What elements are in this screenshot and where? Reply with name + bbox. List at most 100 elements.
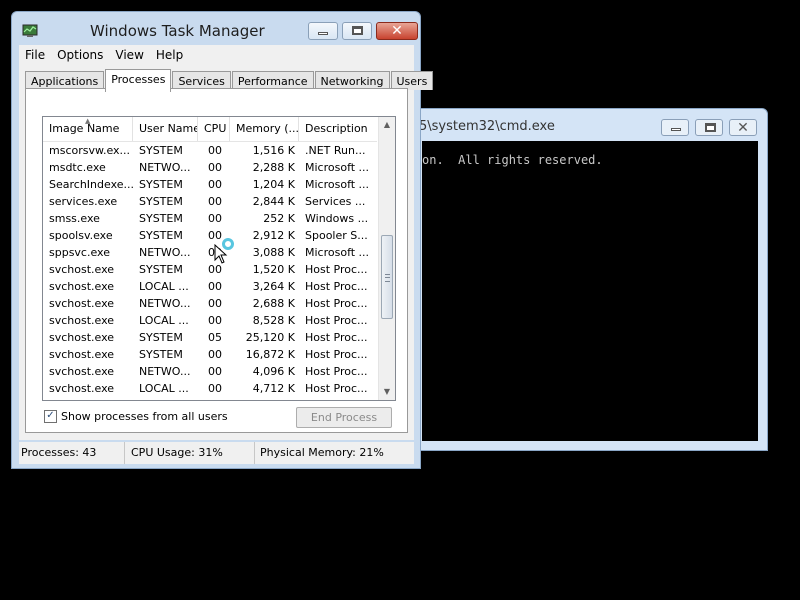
table-cell: 1,204 K <box>252 178 295 191</box>
table-cell: 00 <box>208 297 222 310</box>
scroll-thumb[interactable] <box>381 235 393 319</box>
status-bar: Processes: 43 CPU Usage: 31% Physical Me… <box>19 442 414 464</box>
table-cell: Host Proc... <box>305 331 368 344</box>
table-row[interactable]: svchost.exe NETWO... 00 2,688 K Host Proc... <box>43 295 377 312</box>
table-row[interactable]: svchost.exe SYSTEM 05 25,120 K Host Proc... <box>43 329 377 346</box>
tab-processes[interactable]: Processes <box>105 69 172 92</box>
table-row[interactable]: services.exe SYSTEM 00 2,844 K Services ... <box>43 193 377 210</box>
table-cell: SearchIndexe... <box>49 178 133 191</box>
grip-icon <box>385 274 390 282</box>
table-cell: Host Proc... <box>305 365 368 378</box>
cmd-minimize-button[interactable] <box>661 119 689 136</box>
table-cell: 25,120 K <box>245 331 295 344</box>
sort-ascending-icon: ▲ <box>85 117 91 125</box>
table-cell: SYSTEM <box>139 195 183 208</box>
table-cell: 1,520 K <box>252 263 295 276</box>
menu-file[interactable]: File <box>19 48 51 62</box>
table-row[interactable]: svchost.exe LOCAL ... 00 3,264 K Host Proc..… <box>43 278 377 295</box>
table-cell: 3,088 K <box>252 246 295 259</box>
table-cell: svchost.exe <box>49 348 115 361</box>
table-row[interactable]: svchost.exe SYSTEM 00 1,520 K Host Proc... <box>43 261 377 278</box>
scroll-down-icon[interactable]: ▼ <box>379 384 395 400</box>
close-button[interactable]: ✕ <box>376 22 418 40</box>
table-cell: svchost.exe <box>49 365 115 378</box>
end-process-button[interactable]: End Process <box>296 407 392 428</box>
cmd-window-title: 5\system32\cmd.exe <box>419 119 555 134</box>
table-cell: Windows ... <box>305 212 369 225</box>
table-cell: SYSTEM <box>139 144 183 157</box>
maximize-button[interactable] <box>342 22 372 40</box>
table-row[interactable]: spoolsv.exe SYSTEM 00 2,912 K Spooler S... <box>43 227 377 244</box>
table-row[interactable]: mscorsvw.ex... SYSTEM 00 1,516 K .NET Run... <box>43 142 377 159</box>
console-text: on. All rights reserved. <box>422 153 603 167</box>
table-cell: svchost.exe <box>49 263 115 276</box>
table-cell: 00 <box>208 212 222 225</box>
table-row[interactable]: SearchIndexe... SYSTEM 00 1,204 K Microsoft … <box>43 176 377 193</box>
table-cell: svchost.exe <box>49 331 115 344</box>
cmd-console[interactable]: on. All rights reserved. <box>422 141 758 441</box>
list-header: ▲ Image Name User Name CPU Memory (... D… <box>43 117 377 142</box>
table-cell: 4,712 K <box>252 382 295 395</box>
vertical-scrollbar[interactable]: ▲ ▼ <box>378 117 395 400</box>
table-cell: 00 <box>208 178 222 191</box>
table-cell: svchost.exe <box>49 382 115 395</box>
table-cell: Host Proc... <box>305 297 368 310</box>
column-user-name[interactable]: User Name <box>133 117 198 141</box>
table-cell: Host Proc... <box>305 348 368 361</box>
window-title: Windows Task Manager <box>90 22 265 40</box>
scroll-up-icon[interactable]: ▲ <box>379 117 395 133</box>
table-cell: 2,912 K <box>252 229 295 242</box>
menu-help[interactable]: Help <box>150 48 189 62</box>
table-cell: sppsvc.exe <box>49 246 110 259</box>
minimize-button[interactable] <box>308 22 338 40</box>
table-cell: 2,688 K <box>252 297 295 310</box>
table-cell: 00 <box>208 280 222 293</box>
table-cell: SYSTEM <box>139 178 183 191</box>
show-all-users-option[interactable]: ✓ Show processes from all users <box>44 410 228 423</box>
table-cell: NETWO... <box>139 297 191 310</box>
table-cell: SYSTEM <box>139 348 183 361</box>
table-cell: 1,516 K <box>252 144 295 157</box>
cmd-maximize-button[interactable] <box>695 119 723 136</box>
table-cell: LOCAL ... <box>139 382 189 395</box>
table-row[interactable]: svchost.exe LOCAL ... 00 8,528 K Host Proc..… <box>43 312 377 329</box>
table-row[interactable]: sppsvc.exeNETWO...003,088 KMicrosoft ... <box>43 244 377 261</box>
table-row[interactable]: msdtc.exe NETWO... 00 2,288 K Microsoft ... <box>43 159 377 176</box>
table-cell: 16,872 K <box>245 348 295 361</box>
list-rows: mscorsvw.ex... SYSTEM 00 1,516 K .NET Run...… <box>43 142 377 397</box>
table-cell: svchost.exe <box>49 280 115 293</box>
status-processes: Processes: 43 <box>19 442 125 464</box>
table-row[interactable]: svchost.exe LOCAL ... 00 4,712 K Host Proc..… <box>43 380 377 397</box>
table-cell: NETWO... <box>139 365 191 378</box>
cmd-close-button[interactable]: ✕ <box>729 119 757 136</box>
table-cell: msdtc.exe <box>49 161 106 174</box>
column-description[interactable]: Description <box>299 117 377 141</box>
cmd-window[interactable]: 5\system32\cmd.exe ✕ on. All rights rese… <box>412 108 768 451</box>
table-cell: Host Proc... <box>305 314 368 327</box>
column-cpu[interactable]: CPU <box>198 117 230 141</box>
table-cell: 252 K <box>263 212 295 225</box>
table-cell: LOCAL ... <box>139 314 189 327</box>
busy-cursor-icon <box>222 238 234 250</box>
table-row[interactable]: svchost.exe NETWO... 00 4,096 K Host Proc... <box>43 363 377 380</box>
table-cell: Microsoft ... <box>305 161 370 174</box>
column-image-name[interactable]: ▲ Image Name <box>43 117 133 141</box>
table-cell: NETWO... <box>139 161 191 174</box>
column-memory[interactable]: Memory (... <box>230 117 299 141</box>
table-cell: services.exe <box>49 195 118 208</box>
table-cell: svchost.exe <box>49 297 115 310</box>
menu-view[interactable]: View <box>109 48 149 62</box>
table-cell: 8,528 K <box>252 314 295 327</box>
table-cell: 00 <box>208 365 222 378</box>
menu-options[interactable]: Options <box>51 48 109 62</box>
menu-bar: File Options View Help <box>19 45 414 65</box>
table-cell: svchost.exe <box>49 314 115 327</box>
task-manager-window[interactable]: Windows Task Manager ✕ File Options View… <box>11 11 434 469</box>
table-cell: 05 <box>208 331 222 344</box>
show-all-checkbox[interactable]: ✓ <box>44 410 57 423</box>
table-cell: LOCAL ... <box>139 280 189 293</box>
table-cell: 00 <box>208 144 222 157</box>
table-row[interactable]: smss.exe SYSTEM 00 252 K Windows ... <box>43 210 377 227</box>
table-cell: Microsoft ... <box>305 246 370 259</box>
table-row[interactable]: svchost.exe SYSTEM 00 16,872 K Host Proc... <box>43 346 377 363</box>
